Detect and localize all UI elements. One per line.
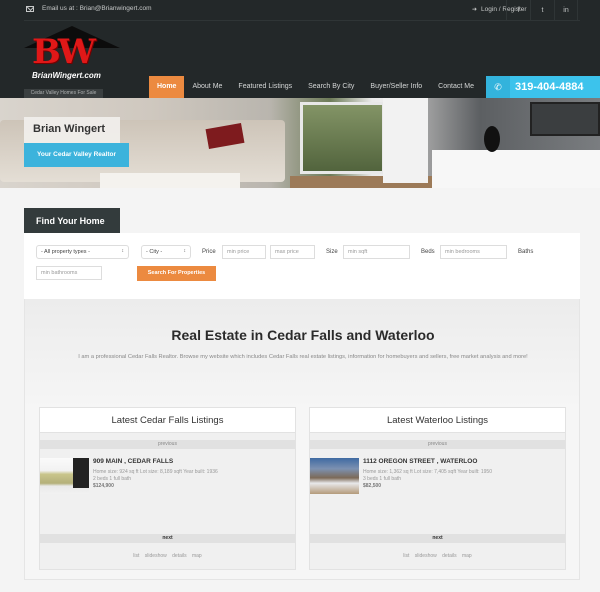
view-details-link[interactable]: details xyxy=(172,553,186,559)
phone-banner[interactable]: ✆ 319-404-4884 xyxy=(486,76,600,98)
view-options: list slideshow details map xyxy=(310,553,565,559)
property-type-select[interactable]: - All property types - ↕ xyxy=(36,245,129,259)
site-logo[interactable]: BW BrianWingert.com xyxy=(24,26,120,82)
listing-size-info: Home size: 1,362 sq ft Lot size: 7,405 s… xyxy=(363,469,492,475)
view-details-link[interactable]: details xyxy=(442,553,456,559)
listing-rooms: 2 beds 1 full bath xyxy=(93,476,132,482)
min-bathrooms-input[interactable]: min bathrooms xyxy=(36,266,102,280)
main-nav: Home About Me Featured Listings Search B… xyxy=(149,76,482,98)
price-label: Price xyxy=(202,249,216,255)
cedar-falls-listings-widget: Latest Cedar Falls Listings previous 909… xyxy=(39,407,296,570)
top-bar: Email us at : Brian@Brianwingert.com ➜ L… xyxy=(24,0,580,21)
site-header: Email us at : Brian@Brianwingert.com ➜ L… xyxy=(0,0,600,98)
logo-name: BrianWingert.com xyxy=(32,71,101,80)
next-button[interactable]: next xyxy=(40,534,295,543)
city-value: - City - xyxy=(146,249,163,255)
widget-heading: Latest Cedar Falls Listings xyxy=(40,408,295,433)
page-title: Real Estate in Cedar Falls and Waterloo xyxy=(171,327,435,343)
listing-size-info: Home size: 924 sq ft Lot size: 8,189 sqf… xyxy=(93,469,218,475)
hero-image-table xyxy=(100,173,240,188)
find-your-home-tab: Find Your Home xyxy=(24,208,120,233)
search-properties-button[interactable]: Search For Properties xyxy=(137,266,216,281)
view-map-link[interactable]: map xyxy=(462,553,472,559)
twitter-icon[interactable]: t xyxy=(530,0,554,21)
widget-heading: Latest Waterloo Listings xyxy=(310,408,565,433)
city-select[interactable]: - City - ↕ xyxy=(141,245,191,259)
facebook-icon[interactable]: f xyxy=(506,0,530,21)
listing-address[interactable]: 909 MAIN , CEDAR FALLS xyxy=(93,458,173,465)
size-label: Size xyxy=(326,249,338,255)
nav-search-by-city[interactable]: Search By City xyxy=(300,76,362,98)
next-button[interactable]: next xyxy=(310,534,565,543)
previous-button[interactable]: previous xyxy=(40,440,295,449)
beds-label: Beds xyxy=(421,249,435,255)
nav-about-me[interactable]: About Me xyxy=(184,76,230,98)
view-slideshow-link[interactable]: slideshow xyxy=(145,553,167,559)
listing-details: Home size: 924 sq ft Lot size: 8,189 sqf… xyxy=(93,469,218,483)
listing-photo[interactable] xyxy=(40,458,89,494)
phone-icon: ✆ xyxy=(486,76,510,98)
listing-rooms: 3 beds 1 full bath xyxy=(363,476,402,482)
min-sqft-input[interactable]: min sqft xyxy=(343,245,410,259)
view-list-link[interactable]: list xyxy=(133,553,139,559)
select-arrows-icon: ↕ xyxy=(121,248,125,254)
phone-number: 319-404-4884 xyxy=(515,81,584,93)
intro-text: I am a professional Cedar Falls Realtor.… xyxy=(78,354,528,360)
main-content: Real Estate in Cedar Falls and Waterloo … xyxy=(24,299,580,580)
search-form: - All property types - ↕ - City - ↕ Pric… xyxy=(24,233,580,299)
view-map-link[interactable]: map xyxy=(192,553,202,559)
logo-mark: BW xyxy=(32,32,96,72)
hero-image-window xyxy=(300,102,385,174)
hero-image-tv xyxy=(530,102,600,136)
nav-buyer-seller-info[interactable]: Buyer/Seller Info xyxy=(362,76,430,98)
listing-details: Home size: 1,362 sq ft Lot size: 7,405 s… xyxy=(363,469,492,483)
waterloo-listings-widget: Latest Waterloo Listings previous 1112 O… xyxy=(309,407,566,570)
baths-label: Baths xyxy=(518,249,534,255)
email-text: Email us at : Brian@Brianwingert.com xyxy=(42,5,152,12)
hero-image-curtain xyxy=(383,98,428,183)
property-type-value: - All property types - xyxy=(41,249,90,255)
hero-image-cabinet xyxy=(432,150,600,188)
nav-featured-listings[interactable]: Featured Listings xyxy=(230,76,300,98)
logo-tagline: Cedar Valley Homes For Sale xyxy=(24,89,103,98)
envelope-icon xyxy=(26,5,34,12)
sign-in-icon: ➜ xyxy=(472,7,478,13)
nav-contact-me[interactable]: Contact Me xyxy=(430,76,482,98)
select-arrows-icon: ↕ xyxy=(183,248,187,254)
view-list-link[interactable]: list xyxy=(403,553,409,559)
listing-address[interactable]: 1112 OREGON STREET , WATERLOO xyxy=(363,458,477,465)
min-price-input[interactable]: min price xyxy=(222,245,266,259)
listing-price: $82,500 xyxy=(363,483,382,489)
hero-banner: Brian Wingert Your Cedar Valley Realtor xyxy=(0,98,600,188)
view-options: list slideshow details map xyxy=(40,553,295,559)
linkedin-icon[interactable]: in xyxy=(554,0,578,21)
max-price-input[interactable]: max price xyxy=(270,245,315,259)
hero-name: Brian Wingert xyxy=(24,117,120,143)
hero-image-vase xyxy=(484,126,500,152)
min-bedrooms-input[interactable]: min bedrooms xyxy=(440,245,507,259)
previous-button[interactable]: previous xyxy=(310,440,565,449)
view-slideshow-link[interactable]: slideshow xyxy=(415,553,437,559)
listing-photo[interactable] xyxy=(310,458,359,494)
listing-price: $124,900 xyxy=(93,483,114,489)
hero-subtitle: Your Cedar Valley Realtor xyxy=(24,143,129,167)
email-link[interactable]: Email us at : Brian@Brianwingert.com xyxy=(26,5,152,12)
nav-home[interactable]: Home xyxy=(149,76,185,98)
